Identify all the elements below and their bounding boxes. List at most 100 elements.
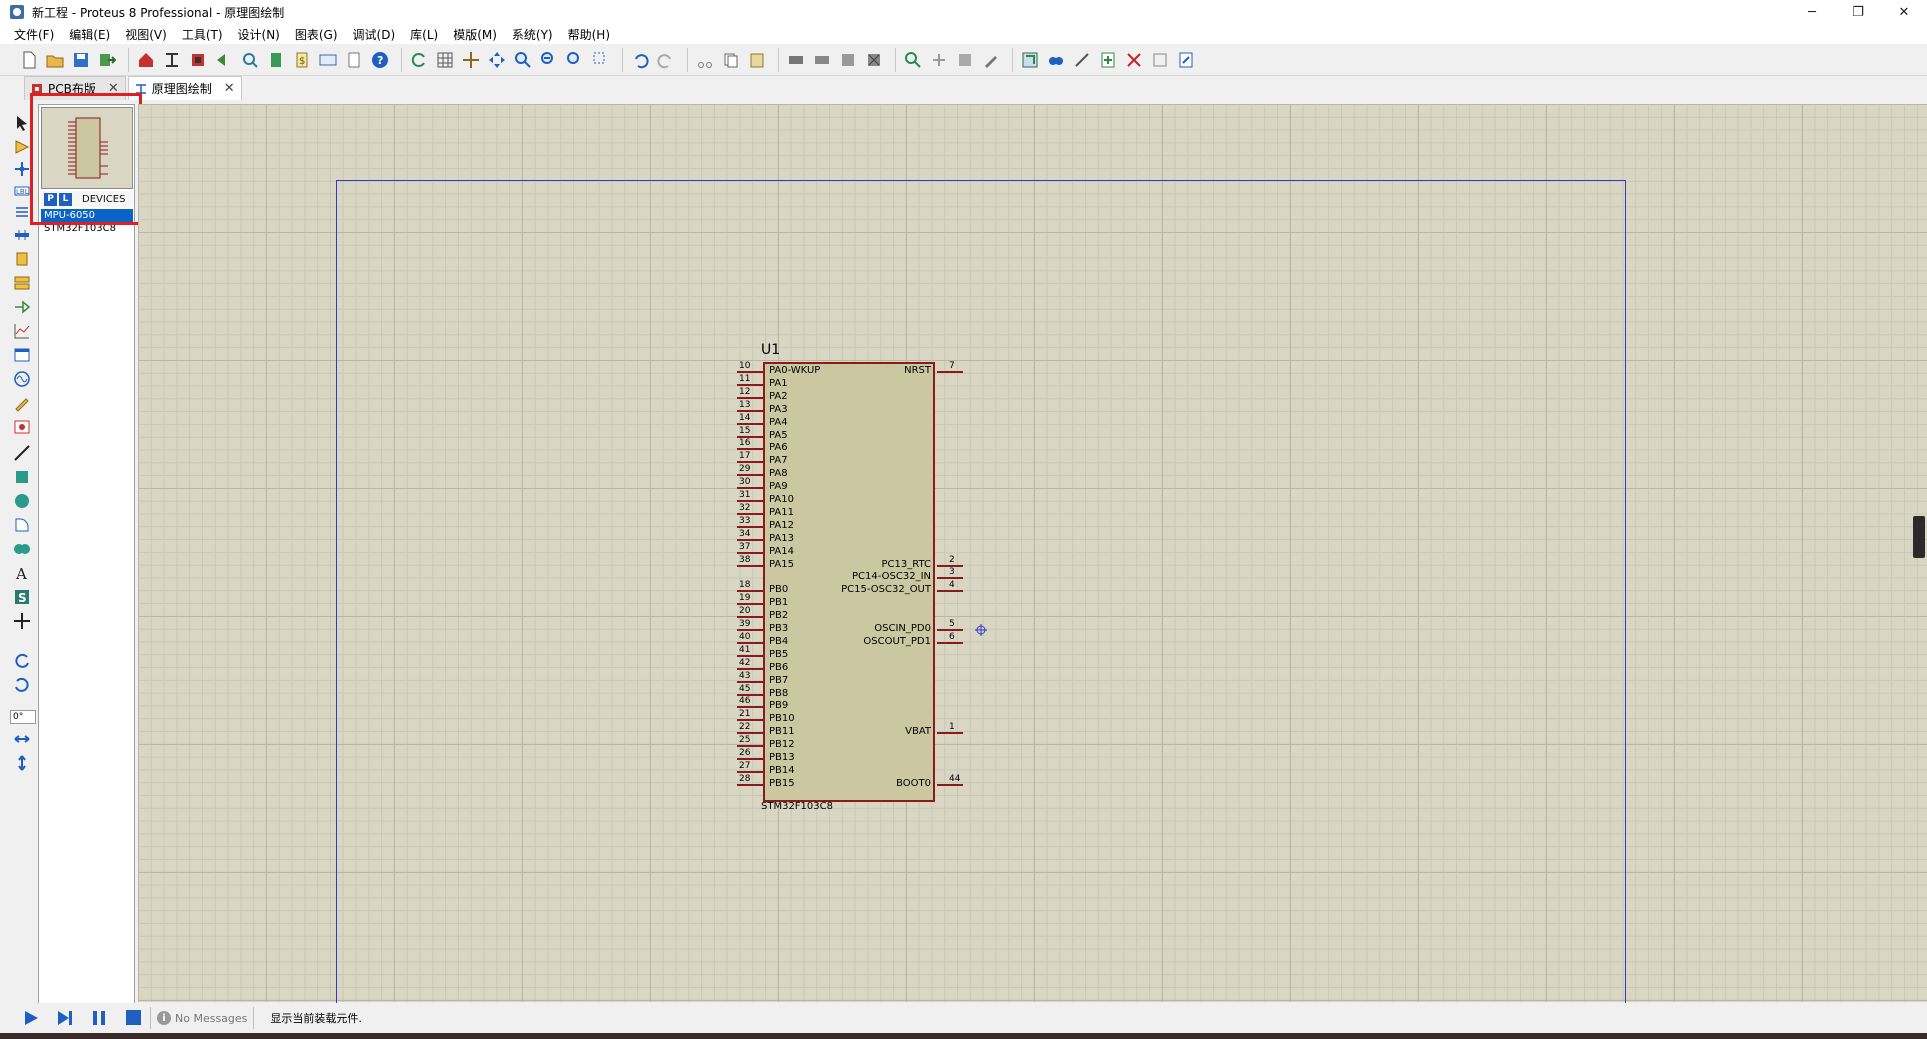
- help-icon[interactable]: ?: [369, 49, 391, 71]
- packaging-icon[interactable]: [954, 49, 976, 71]
- pick-devices-button[interactable]: P: [44, 192, 57, 206]
- tab-pcb-layout[interactable]: PCB布版 ✕: [24, 76, 126, 100]
- text-script-icon[interactable]: [12, 204, 32, 222]
- arc-tool-icon[interactable]: [12, 516, 32, 534]
- close-tab-icon[interactable]: ✕: [108, 81, 119, 96]
- line-tool-icon[interactable]: [12, 444, 32, 462]
- box-tool-icon[interactable]: [12, 468, 32, 486]
- menu-file[interactable]: 文件(F): [14, 26, 54, 43]
- menu-graph[interactable]: 图表(G): [295, 26, 338, 43]
- junction-dot-icon[interactable]: [12, 160, 32, 178]
- pan-icon[interactable]: [486, 49, 508, 71]
- selection-mode-icon[interactable]: [12, 114, 32, 132]
- grid-icon[interactable]: [434, 49, 456, 71]
- zoom-out-icon[interactable]: [538, 49, 560, 71]
- redo-icon[interactable]: [655, 49, 677, 71]
- paste-icon[interactable]: [746, 49, 768, 71]
- step-simulation-icon[interactable]: [54, 1008, 76, 1028]
- run-simulation-icon[interactable]: [20, 1008, 42, 1028]
- new-sheet-icon[interactable]: [1097, 49, 1119, 71]
- menu-library[interactable]: 库(L): [410, 26, 438, 43]
- cut-icon[interactable]: [694, 49, 716, 71]
- tape-recorder-icon[interactable]: [12, 346, 32, 364]
- pcb-icon[interactable]: [187, 49, 209, 71]
- import-icon[interactable]: [96, 49, 118, 71]
- menu-system[interactable]: 系统(Y): [512, 26, 553, 43]
- voltage-probe-icon[interactable]: [12, 394, 32, 412]
- messages-indicator[interactable]: i No Messages: [157, 1011, 247, 1025]
- terminal-icon[interactable]: [12, 274, 32, 292]
- 3d-view-icon[interactable]: [213, 49, 235, 71]
- cost-icon[interactable]: $: [291, 49, 313, 71]
- home-icon[interactable]: [135, 49, 157, 71]
- new-file-icon[interactable]: [18, 49, 40, 71]
- device-item-stm32f103c8[interactable]: STM32F103C8: [41, 222, 133, 235]
- gerber-icon[interactable]: [239, 49, 261, 71]
- menu-edit[interactable]: 编辑(E): [69, 26, 110, 43]
- exit-parent-icon[interactable]: [1149, 49, 1171, 71]
- open-folder-icon[interactable]: [44, 49, 66, 71]
- graph-icon[interactable]: [12, 322, 32, 340]
- save-icon[interactable]: [70, 49, 92, 71]
- block-rotate-icon[interactable]: [837, 49, 859, 71]
- origin-icon[interactable]: [460, 49, 482, 71]
- stop-simulation-icon[interactable]: [122, 1008, 144, 1028]
- scroll-handle[interactable]: [1913, 516, 1925, 558]
- menu-tools[interactable]: 工具(T): [182, 26, 223, 43]
- zoom-in-icon[interactable]: [512, 49, 534, 71]
- copy-icon[interactable]: [720, 49, 742, 71]
- rotate-clockwise-icon[interactable]: [12, 652, 32, 670]
- decompose-icon[interactable]: [980, 49, 1002, 71]
- device-item-mpu6050[interactable]: MPU-6050: [41, 209, 133, 222]
- menu-template[interactable]: 模版(M): [453, 26, 497, 43]
- source-code-icon[interactable]: [317, 49, 339, 71]
- tab-schematic-capture[interactable]: 原理图绘制 ✕: [127, 76, 242, 100]
- restore-button[interactable]: ❐: [1835, 0, 1881, 24]
- symbol-tool-icon[interactable]: S: [12, 588, 32, 606]
- menu-view[interactable]: 视图(V): [125, 26, 167, 43]
- circle-tool-icon[interactable]: [12, 492, 32, 510]
- zoom-all-icon[interactable]: [564, 49, 586, 71]
- menu-help[interactable]: 帮助(H): [568, 26, 610, 43]
- subcircuit-icon[interactable]: [12, 250, 32, 268]
- property-tool-icon[interactable]: [1071, 49, 1093, 71]
- make-device-icon[interactable]: [928, 49, 950, 71]
- minimize-button[interactable]: ─: [1789, 0, 1835, 24]
- block-delete-icon[interactable]: [863, 49, 885, 71]
- bom-icon[interactable]: [265, 49, 287, 71]
- text-tool-icon[interactable]: A: [12, 564, 32, 582]
- device-pin-icon[interactable]: [12, 298, 32, 316]
- design-explorer-icon[interactable]: [1175, 49, 1197, 71]
- refresh-icon[interactable]: [408, 49, 430, 71]
- pin-number: 14: [739, 412, 751, 423]
- rotate-anticlockwise-icon[interactable]: [12, 676, 32, 694]
- notes-icon[interactable]: [343, 49, 365, 71]
- wire-label-icon[interactable]: LBL: [12, 182, 32, 200]
- zoom-area-icon[interactable]: [590, 49, 612, 71]
- block-copy-icon[interactable]: [785, 49, 807, 71]
- close-tab-icon[interactable]: ✕: [224, 81, 235, 96]
- search-tag-icon[interactable]: [1045, 49, 1067, 71]
- menu-design[interactable]: 设计(N): [238, 26, 280, 43]
- pause-simulation-icon[interactable]: [88, 1008, 110, 1028]
- undo-icon[interactable]: [629, 49, 651, 71]
- wire-autorouter-icon[interactable]: [1019, 49, 1041, 71]
- pin-line: [937, 641, 963, 644]
- bus-icon[interactable]: [12, 226, 32, 244]
- library-manager-button[interactable]: L: [59, 192, 72, 206]
- mirror-horizontal-icon[interactable]: [12, 730, 32, 748]
- schematic-icon[interactable]: [161, 49, 183, 71]
- remove-sheet-icon[interactable]: [1123, 49, 1145, 71]
- close-window-button[interactable]: ✕: [1881, 0, 1927, 24]
- pick-device-icon[interactable]: [902, 49, 924, 71]
- block-move-icon[interactable]: [811, 49, 833, 71]
- virtual-instrument-icon[interactable]: [12, 418, 32, 436]
- generator-icon[interactable]: [12, 370, 32, 388]
- path-tool-icon[interactable]: [12, 540, 32, 558]
- rotation-angle-field[interactable]: 0°: [10, 710, 36, 724]
- mirror-vertical-icon[interactable]: [12, 754, 32, 772]
- component-mode-icon[interactable]: [12, 138, 32, 156]
- marker-tool-icon[interactable]: [12, 612, 32, 630]
- schematic-canvas[interactable]: U1 STM32F103C8 10 PA0-WKUP 11 PA1 12 PA2 13 PA3…: [138, 104, 1927, 1010]
- menu-debug[interactable]: 调试(D): [353, 26, 396, 43]
